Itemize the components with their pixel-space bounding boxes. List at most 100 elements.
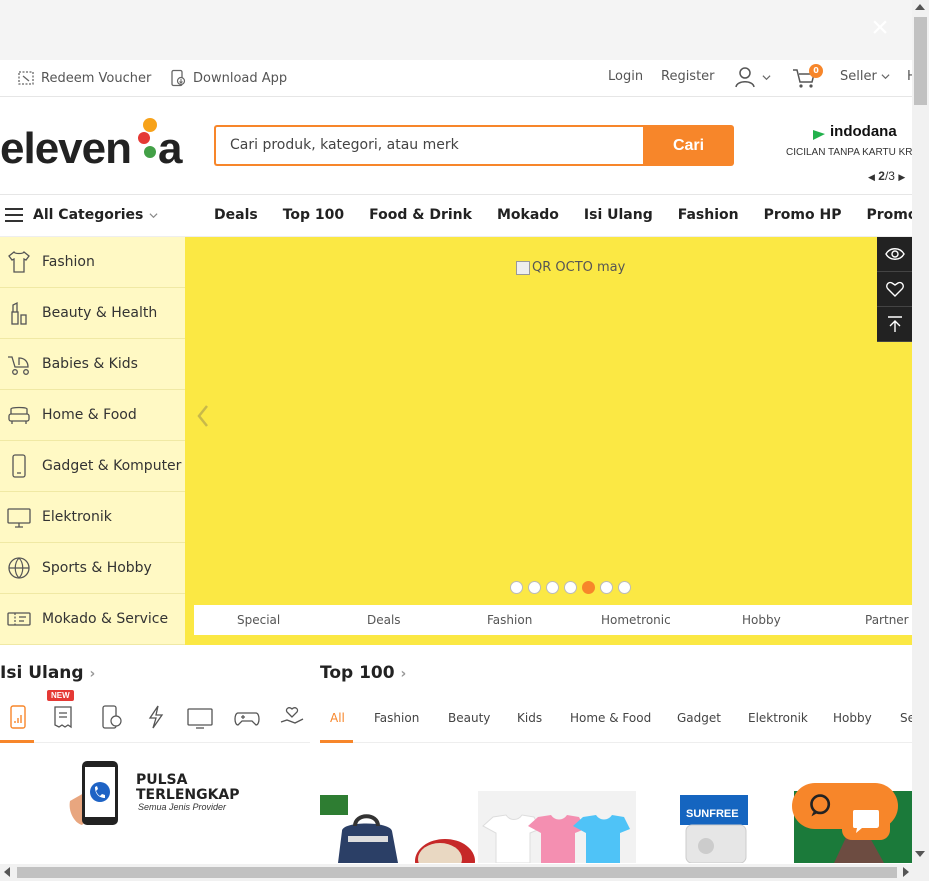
sidebar-item-label: Beauty & Health (42, 305, 158, 321)
ball-icon (8, 557, 30, 579)
sidebar-item-babies-kids[interactable]: Babies & Kids (0, 339, 185, 390)
caret-left-icon[interactable]: ◀ (868, 172, 875, 182)
carousel-dot[interactable] (546, 581, 559, 594)
sidebar-item-fashion[interactable]: Fashion (0, 237, 185, 288)
product-image-tshirts (478, 791, 636, 863)
account-menu[interactable] (734, 66, 771, 88)
search-button[interactable]: Cari (643, 125, 734, 166)
sidebar-item-elektronik[interactable]: Elektronik (0, 492, 185, 543)
cart-count-badge: 0 (809, 64, 823, 78)
register-link[interactable]: Register (661, 69, 715, 84)
banner-tab-special[interactable]: Special (237, 613, 280, 627)
banner-tab-hobby[interactable]: Hobby (742, 613, 781, 627)
nav-link-promo[interactable]: Promo (866, 207, 917, 223)
nav-link-fashion[interactable]: Fashion (678, 207, 739, 223)
banner-tab-fashion[interactable]: Fashion (487, 613, 532, 627)
elevenia-logo[interactable]: eleven a eleven a (0, 111, 190, 173)
top100-tab-hobby[interactable]: Hobby (833, 711, 872, 725)
isi-ulang-panel: NEW PULSA TERLENGKAP Semua Jenis Provide… (0, 690, 310, 863)
sidebar-item-label: Mokado & Service (42, 611, 169, 627)
nav-link-top100[interactable]: Top 100 (283, 207, 344, 223)
cart-button[interactable]: 0 (792, 64, 823, 90)
chevron-left-icon[interactable] (195, 403, 211, 429)
heart-icon (885, 281, 904, 297)
top100-tab-elektronik[interactable]: Elektronik (748, 711, 808, 725)
download-app-link[interactable]: Download App (169, 69, 287, 87)
scroll-down-arrow[interactable] (915, 851, 925, 857)
back-to-top-button[interactable] (877, 307, 912, 342)
carousel-dot[interactable] (618, 581, 631, 594)
search-input[interactable]: Cari produk, kategori, atau merk (214, 125, 644, 166)
category-sidebar: Fashion Beauty & Health Babies & Kids Ho… (0, 237, 185, 645)
svg-text:eleven: eleven (0, 124, 131, 171)
top100-tab-kids[interactable]: Kids (517, 711, 542, 725)
sidebar-item-sports-hobby[interactable]: Sports & Hobby (0, 543, 185, 594)
all-categories-label: All Categories (33, 207, 144, 223)
all-categories-button[interactable]: All Categories (5, 207, 158, 223)
banner-tab-partner[interactable]: Partner (865, 613, 909, 627)
carousel-dot[interactable] (564, 581, 577, 594)
recently-viewed-button[interactable] (877, 237, 912, 272)
close-icon[interactable]: × (866, 13, 894, 43)
phone-download-icon (171, 69, 186, 87)
heart-hand-icon[interactable] (278, 703, 306, 731)
banner-image[interactable]: QR OCTO may (516, 260, 625, 275)
carousel-dot[interactable] (510, 581, 523, 594)
floating-toolbar (877, 237, 912, 342)
scroll-left-arrow[interactable] (4, 867, 10, 877)
top100-tab-fashion[interactable]: Fashion (374, 711, 419, 725)
caret-right-icon[interactable]: ▶ (898, 172, 905, 182)
product-card[interactable]: SUNFREE (636, 791, 794, 863)
sidebar-item-mokado-service[interactable]: Mokado & Service (0, 594, 185, 645)
carousel-dot[interactable] (600, 581, 613, 594)
isi-ulang-title[interactable]: Isi Ulang › (0, 663, 95, 683)
gamepad-icon[interactable] (233, 703, 261, 731)
banner-tab-hometronic[interactable]: Hometronic (601, 613, 671, 627)
hero-banner[interactable]: QR OCTO may Special Deals Fashion Hometr… (185, 237, 912, 645)
horizontal-scroll-thumb[interactable] (17, 867, 897, 878)
bill-icon[interactable] (49, 703, 77, 731)
vertical-scroll-thumb[interactable] (914, 17, 927, 105)
promo-page-total: /3 (884, 169, 895, 183)
horizontal-scrollbar[interactable] (0, 864, 929, 881)
product-card[interactable] (320, 791, 478, 863)
redeem-voucher-link[interactable]: Redeem Voucher (17, 69, 151, 87)
chevron-down-icon (881, 74, 890, 80)
nav-link-isi-ulang[interactable]: Isi Ulang (584, 207, 653, 223)
login-link[interactable]: Login (608, 69, 643, 84)
pulsa-title: PULSA TERLENGKAP (136, 773, 240, 803)
vertical-scrollbar[interactable] (912, 0, 929, 864)
sidebar-item-beauty-health[interactable]: Beauty & Health (0, 288, 185, 339)
nav-link-food-drink[interactable]: Food & Drink (369, 207, 472, 223)
sidebar-item-home-food[interactable]: Home & Food (0, 390, 185, 441)
mobile-credit-icon[interactable] (4, 703, 32, 731)
scroll-up-arrow[interactable] (915, 4, 925, 10)
sidebar-item-gadget-komputer[interactable]: Gadget & Komputer (0, 441, 185, 492)
carousel-dot[interactable] (528, 581, 541, 594)
tv-icon[interactable] (186, 703, 214, 731)
top100-tab-all[interactable]: All (330, 711, 345, 725)
chat-bubble-button[interactable] (842, 800, 890, 840)
carousel-dot-active[interactable] (582, 581, 595, 594)
banner-tab-deals[interactable]: Deals (367, 613, 401, 627)
phone-globe-icon[interactable] (97, 703, 125, 731)
top100-tab-beauty[interactable]: Beauty (448, 711, 490, 725)
indodana-promo[interactable]: indodana CICILAN TANPA KARTU KR ◀ 2/3 ▶ (786, 123, 916, 189)
message-icon (853, 810, 879, 833)
nav-link-promo-hp[interactable]: Promo HP (764, 207, 842, 223)
sofa-icon (8, 406, 30, 424)
seller-menu[interactable]: Seller (840, 69, 890, 84)
top100-title[interactable]: Top 100 › (320, 663, 406, 683)
scroll-right-arrow[interactable] (903, 867, 909, 877)
electricity-icon[interactable] (142, 703, 170, 731)
sidebar-item-label: Home & Food (42, 407, 137, 423)
wishlist-button[interactable] (877, 272, 912, 307)
top100-tab-home-food[interactable]: Home & Food (570, 711, 651, 725)
nav-link-deals[interactable]: Deals (214, 207, 258, 223)
top100-tab-gadget[interactable]: Gadget (677, 711, 721, 725)
product-card[interactable] (478, 791, 636, 863)
chevron-right-icon: › (89, 666, 96, 682)
hand-phone-icon (69, 761, 118, 825)
nav-link-mokado[interactable]: Mokado (497, 207, 559, 223)
top-promo-strip: × (0, 0, 912, 60)
